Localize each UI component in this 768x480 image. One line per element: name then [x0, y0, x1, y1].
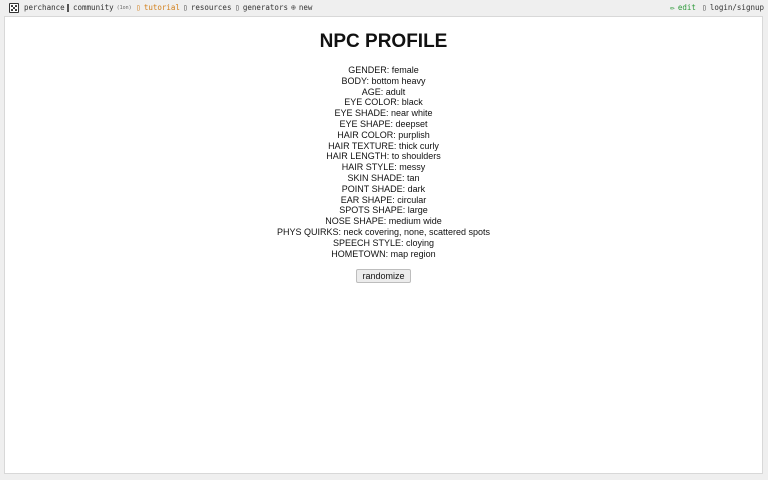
field-hair-texture: HAIR TEXTURE: thick curly: [5, 141, 762, 152]
edit-label: edit: [677, 3, 696, 12]
field-value: map region: [390, 248, 436, 259]
field-label: NOSE SHAPE:: [325, 216, 387, 227]
field-age: AGE: adult: [5, 87, 762, 98]
field-hair-color: HAIR COLOR: purplish: [5, 130, 762, 141]
field-value: dark: [407, 183, 426, 194]
field-value: female: [391, 65, 419, 75]
field-gender: GENDER: female: [5, 65, 762, 76]
field-value: purplish: [398, 129, 430, 140]
field-value: circular: [397, 194, 427, 205]
field-value: near white: [391, 108, 433, 119]
field-label: HOMETOWN:: [331, 248, 389, 259]
field-value: to shoulders: [391, 151, 441, 162]
field-hair-length: HAIR LENGTH: to shoulders: [5, 151, 762, 162]
field-body: BODY: bottom heavy: [5, 76, 762, 87]
field-point-shade: POINT SHADE: dark: [5, 184, 762, 195]
nav-tutorial[interactable]: ▯ tutorial: [136, 2, 180, 14]
randomize-button[interactable]: randomize: [356, 269, 411, 283]
field-value: medium wide: [388, 216, 442, 227]
field-label: EYE SHADE:: [334, 108, 389, 119]
nav-login[interactable]: ▯ login/signup: [702, 2, 764, 14]
community-badge: (1on): [116, 5, 132, 11]
field-value: bottom heavy: [371, 75, 426, 86]
field-value: black: [401, 97, 423, 108]
field-value: neck covering, none, scattered spots: [343, 226, 491, 237]
field-label: SPOTS SHAPE:: [339, 205, 406, 216]
top-nav-bar: perchance community (1on) ▯ tutorial ▯ r…: [0, 0, 768, 16]
tutorial-label: tutorial: [143, 3, 180, 12]
field-value: tan: [407, 172, 420, 183]
field-eye-shade: EYE SHADE: near white: [5, 108, 762, 119]
field-hometown: HOMETOWN: map region: [5, 249, 762, 260]
field-label: EAR SHAPE:: [340, 194, 395, 205]
nav-new[interactable]: ⊕ new: [291, 2, 312, 14]
field-label: AGE:: [361, 86, 384, 97]
nav-generators[interactable]: ▯ generators: [235, 2, 288, 14]
nav-community[interactable]: community (1on): [67, 2, 132, 14]
field-label: HAIR COLOR:: [337, 129, 396, 140]
tutorial-icon: ▯: [136, 3, 141, 12]
resources-icon: ▯: [183, 3, 188, 12]
field-label: PHYS QUIRKS:: [276, 226, 341, 237]
login-label: login/signup: [709, 3, 765, 12]
field-speech-style: SPEECH STYLE: cloying: [5, 238, 762, 249]
field-hair-style: HAIR STYLE: messy: [5, 162, 762, 173]
field-value: thick curly: [398, 140, 439, 151]
field-nose-shape: NOSE SHAPE: medium wide: [5, 216, 762, 227]
field-label: SKIN SHADE:: [347, 172, 405, 183]
pencil-icon: ✏: [670, 3, 675, 12]
new-label: new: [298, 3, 313, 12]
field-value: adult: [385, 86, 406, 97]
nav-resources[interactable]: ▯ resources: [183, 2, 231, 14]
field-label: SPEECH STYLE:: [332, 237, 404, 248]
npc-fields-list: GENDER: female BODY: bottom heavy AGE: a…: [5, 65, 762, 259]
field-label: BODY:: [341, 75, 369, 86]
community-label: community: [73, 3, 114, 12]
field-phys-quirks: PHYS QUIRKS: neck covering, none, scatte…: [5, 227, 762, 238]
field-value: deepset: [395, 118, 428, 129]
field-label: POINT SHADE:: [341, 183, 406, 194]
user-icon: ▯: [702, 3, 707, 12]
field-value: cloying: [406, 237, 435, 248]
nav-edit[interactable]: ✏ edit: [670, 2, 696, 14]
field-label: HAIR LENGTH:: [326, 151, 390, 162]
resources-label: resources: [190, 3, 232, 12]
field-label: EYE SHAPE:: [339, 118, 393, 129]
field-label: GENDER:: [348, 65, 390, 75]
generators-label: generators: [242, 3, 288, 12]
field-label: HAIR STYLE:: [341, 162, 397, 173]
field-skin-shade: SKIN SHADE: tan: [5, 173, 762, 184]
field-label: EYE COLOR:: [344, 97, 400, 108]
field-label: HAIR TEXTURE:: [328, 140, 397, 151]
page-title: NPC PROFILE: [319, 31, 448, 52]
field-spots-shape: SPOTS SHAPE: large: [5, 205, 762, 216]
field-eye-color: EYE COLOR: black: [5, 97, 762, 108]
dice-icon: [9, 3, 19, 13]
field-value: messy: [399, 162, 426, 173]
field-eye-shape: EYE SHAPE: deepset: [5, 119, 762, 130]
field-ear-shape: EAR SHAPE: circular: [5, 195, 762, 206]
plus-circle-icon: ⊕: [291, 3, 296, 12]
nav-home[interactable]: perchance: [9, 2, 65, 14]
generators-icon: ▯: [235, 3, 240, 12]
generator-output-panel: NPC PROFILE GENDER: female BODY: bottom …: [4, 16, 763, 474]
community-icon: [67, 4, 69, 12]
field-value: large: [407, 205, 428, 216]
brand-label: perchance: [24, 3, 65, 12]
